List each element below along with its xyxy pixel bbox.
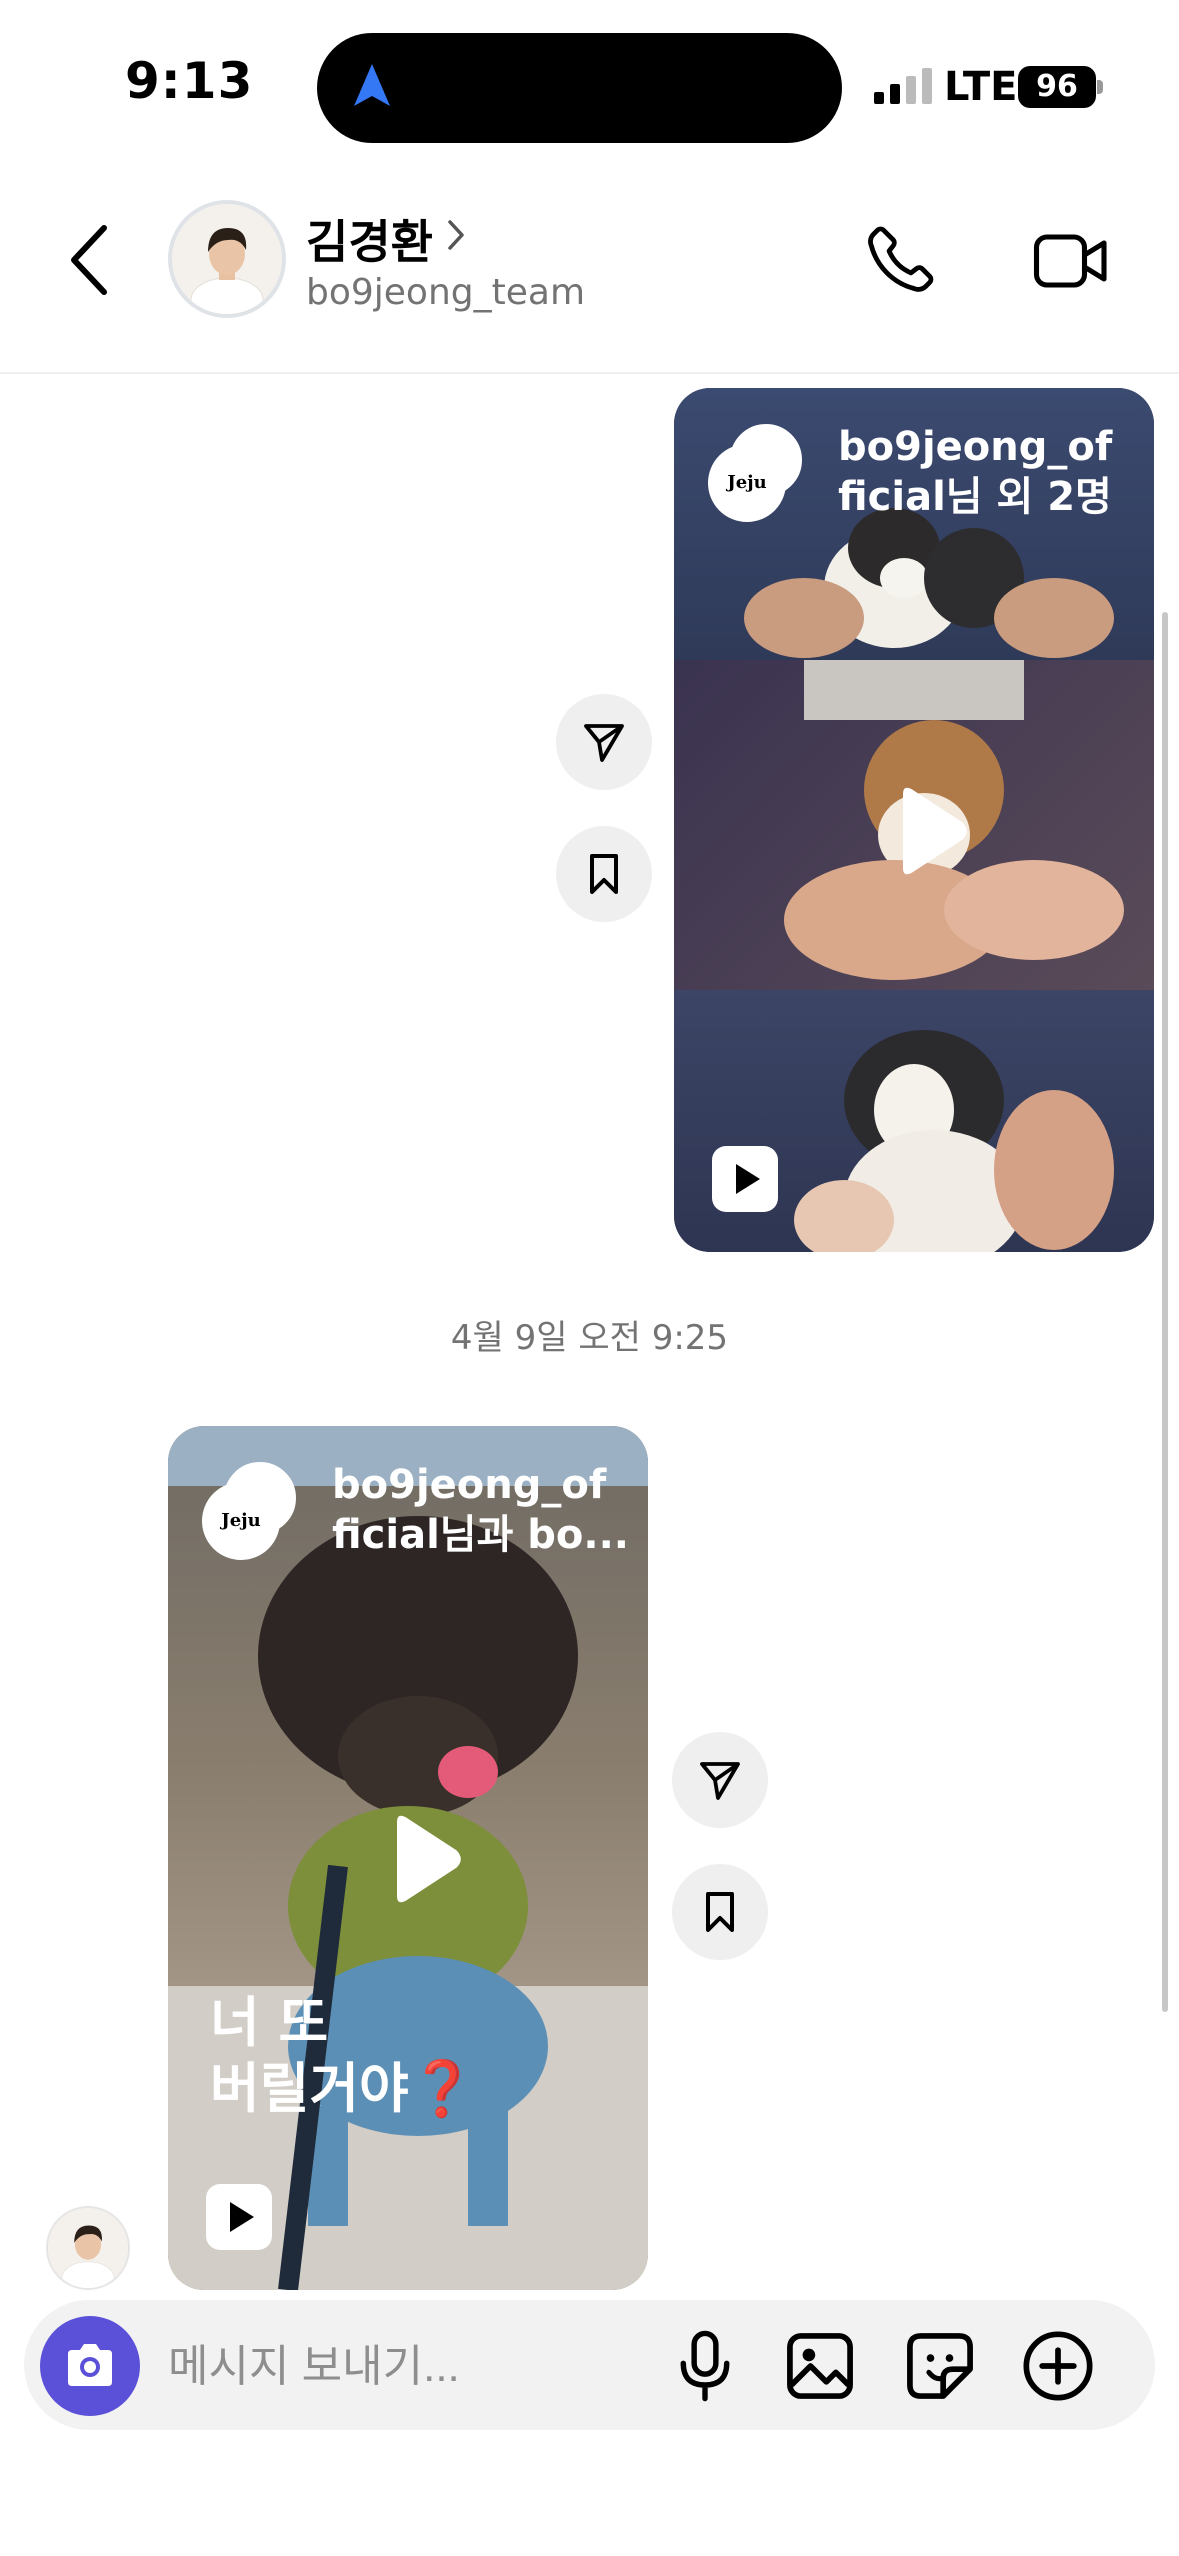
chevron-right-icon[interactable] — [446, 218, 466, 252]
post-author: bo9jeong_of ficial님 외 2명 — [838, 424, 1113, 520]
battery-indicator: 96 — [1018, 66, 1096, 108]
post-caption: 너 또 버릴거야❓ — [210, 1991, 476, 2120]
status-time: 9:13 — [125, 52, 254, 110]
avatar-portrait — [48, 2208, 128, 2288]
gallery-icon[interactable] — [782, 2328, 858, 2404]
bookmark-icon — [590, 854, 618, 894]
post-author: bo9jeong_of ficial님과 bo... — [332, 1462, 629, 1558]
play-icon[interactable] — [870, 776, 980, 886]
location-arrow-icon — [354, 64, 390, 106]
phone-icon[interactable] — [866, 224, 938, 296]
share-icon — [584, 724, 624, 762]
conversation-name[interactable]: 김경환 — [306, 206, 433, 272]
dynamic-island — [317, 33, 842, 143]
message-input[interactable] — [166, 2336, 650, 2398]
avatar-portrait — [172, 204, 282, 314]
play-icon[interactable] — [364, 1804, 474, 1914]
share-button[interactable] — [556, 694, 652, 790]
share-icon — [700, 1762, 740, 1800]
battery-cap — [1097, 80, 1103, 94]
author-avatar: Jeju — [708, 444, 786, 522]
header-divider — [0, 372, 1179, 374]
sender-avatar[interactable] — [46, 2206, 130, 2290]
conversation-username[interactable]: bo9jeong_team — [306, 272, 585, 313]
camera-icon — [68, 2344, 112, 2386]
plus-circle-icon[interactable] — [1020, 2328, 1096, 2404]
reels-icon — [206, 2184, 272, 2250]
mic-icon[interactable] — [672, 2328, 738, 2404]
save-button[interactable] — [672, 1864, 768, 1960]
author-avatar: Jeju — [202, 1482, 280, 1560]
camera-button[interactable] — [40, 2316, 140, 2416]
share-button[interactable] — [672, 1732, 768, 1828]
video-call-icon[interactable] — [1032, 228, 1110, 294]
network-type: LTE — [944, 64, 1018, 110]
puppy-image — [794, 1030, 1114, 1252]
message-timestamp: 4월 9일 오전 9:25 — [450, 1318, 729, 1358]
sticker-icon[interactable] — [902, 2328, 978, 2404]
avatar[interactable] — [168, 200, 286, 318]
signal-icon — [874, 68, 932, 104]
media-frame-3 — [674, 990, 1154, 1252]
shared-post-card[interactable]: Jeju bo9jeong_of ficial님 외 2명 — [674, 388, 1154, 1252]
back-icon[interactable] — [64, 220, 114, 300]
reels-icon — [712, 1146, 778, 1212]
shared-post-card[interactable]: Jeju bo9jeong_of ficial님과 bo... — [168, 1426, 648, 2290]
bookmark-icon — [706, 1892, 734, 1932]
save-button[interactable] — [556, 826, 652, 922]
